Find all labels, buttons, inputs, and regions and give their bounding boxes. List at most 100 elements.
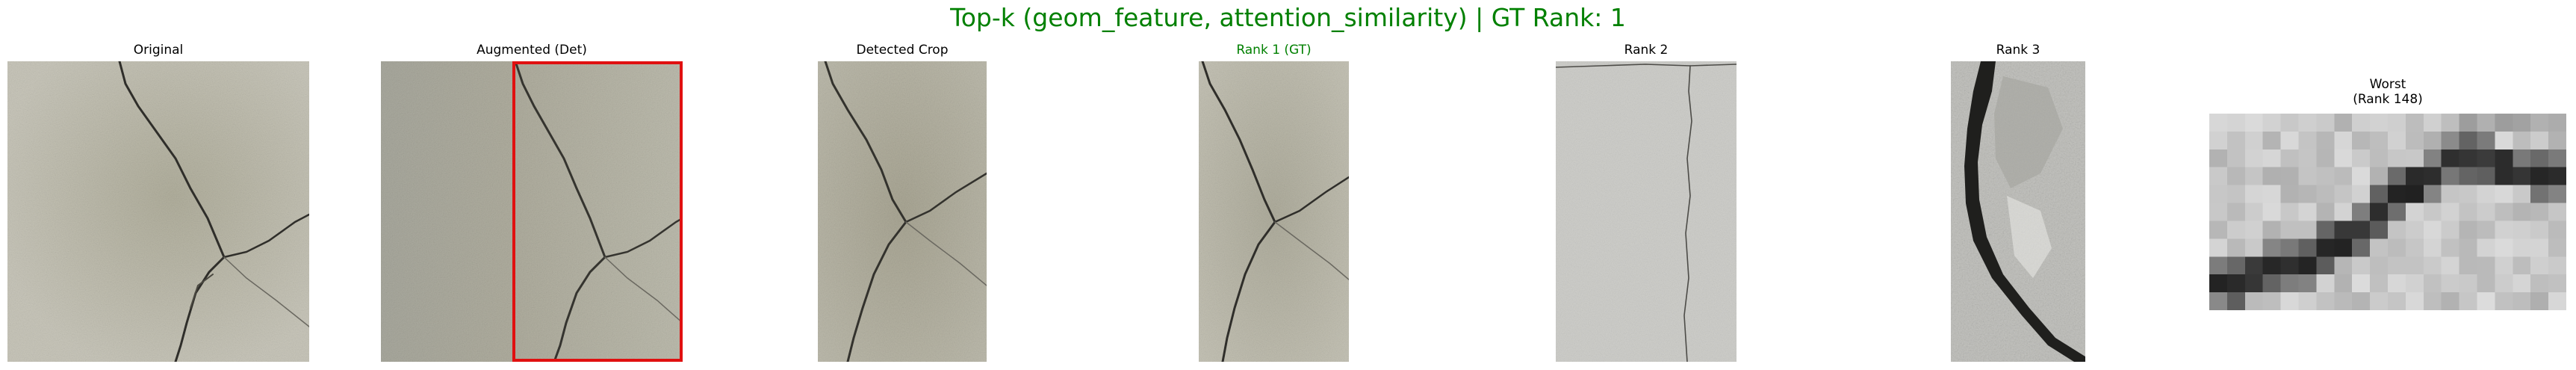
worst-image-pixel: [2244, 114, 2264, 132]
worst-image-pixel: [2226, 292, 2246, 310]
worst-image-pixel: [2334, 238, 2353, 257]
panel-title-rank-2: Rank 2: [1624, 43, 1669, 58]
worst-image-pixel: [2226, 185, 2246, 204]
worst-image-pixel: [2244, 185, 2264, 204]
detection-bounding-box: [512, 61, 683, 362]
worst-image-pixel: [2370, 221, 2389, 239]
worst-image-pixel: [2441, 256, 2460, 275]
worst-image-pixel: [2423, 238, 2442, 257]
worst-image-pixel: [2513, 292, 2531, 310]
worst-image-pixel: [2244, 238, 2264, 257]
worst-image-pixel: [2298, 221, 2317, 239]
worst-image-pixel: [2352, 274, 2371, 293]
worst-image-pixel: [2226, 149, 2246, 168]
worst-image-pixel: [2459, 167, 2477, 186]
worst-image-pixel: [2477, 238, 2495, 257]
worst-image-pixel: [2388, 256, 2406, 275]
worst-image-pixel: [2280, 274, 2299, 293]
worst-image-pixel: [2209, 203, 2228, 221]
worst-image-pixel: [2513, 256, 2531, 275]
worst-image-pixel: [2495, 238, 2513, 257]
worst-image-pixel: [2316, 167, 2335, 186]
worst-image-pixel: [2352, 149, 2371, 168]
worst-image-pixel: [2209, 167, 2228, 186]
worst-image-pixel: [2352, 114, 2371, 132]
worst-image-pixel: [2244, 167, 2264, 186]
worst-image-pixel: [2352, 131, 2371, 150]
worst-image-pixel: [2495, 185, 2513, 204]
worst-image-pixel: [2298, 114, 2317, 132]
worst-image-pixel: [2280, 221, 2299, 239]
rank-2-image: [1556, 61, 1737, 362]
worst-image-pixel: [2209, 274, 2228, 293]
worst-image-pixel: [2262, 131, 2282, 150]
worst-image-pixel: [2334, 131, 2353, 150]
worst-image-pixel: [2370, 131, 2389, 150]
worst-image-pixel: [2298, 238, 2317, 257]
worst-image-pixel: [2209, 256, 2228, 275]
worst-image-pixel: [2352, 203, 2371, 221]
worst-image-pixel: [2495, 221, 2513, 239]
worst-image-pixel: [2441, 131, 2460, 150]
rank-3-image: [1951, 61, 2085, 362]
worst-image-pixel: [2280, 131, 2299, 150]
worst-image-pixel: [2262, 114, 2282, 132]
worst-image-pixel: [2477, 256, 2495, 275]
worst-image-pixel: [2423, 203, 2442, 221]
worst-image-pixel: [2370, 238, 2389, 257]
worst-image-pixel: [2530, 131, 2549, 150]
worst-image-pixel: [2441, 238, 2460, 257]
worst-image-pixel: [2298, 149, 2317, 168]
worst-image-pixel: [2316, 221, 2335, 239]
worst-image-pixel: [2388, 292, 2406, 310]
worst-image-pixel: [2226, 114, 2246, 132]
worst-image-pixel: [2370, 114, 2389, 132]
worst-image-pixel: [2388, 274, 2406, 293]
worst-image-pixel: [2513, 221, 2531, 239]
worst-image-pixel: [2548, 131, 2566, 150]
worst-image-pixel: [2280, 167, 2299, 186]
worst-image-pixel: [2513, 238, 2531, 257]
worst-image-pixel: [2477, 203, 2495, 221]
worst-image-pixel: [2316, 292, 2335, 310]
worst-image-pixel: [2530, 292, 2549, 310]
worst-image-pixel: [2209, 238, 2228, 257]
worst-image-pixel: [2334, 114, 2353, 132]
worst-image-pixel: [2548, 149, 2566, 168]
worst-image-pixel: [2226, 203, 2246, 221]
panel-title-detected-crop: Detected Crop: [856, 43, 949, 58]
panel-title-augmented: Augmented (Det): [477, 43, 587, 58]
worst-image-pixel: [2548, 292, 2566, 310]
worst-image-pixel: [2495, 149, 2513, 168]
worst-image-pixel: [2226, 256, 2246, 275]
worst-image-pixel: [2370, 149, 2389, 168]
worst-image-pixel: [2548, 185, 2566, 204]
worst-image-pixel: [2495, 114, 2513, 132]
worst-image-pixel: [2459, 292, 2477, 310]
worst-image-pixel: [2262, 221, 2282, 239]
worst-image-pixel: [2405, 149, 2424, 168]
worst-image-pixel: [2298, 131, 2317, 150]
worst-image-pixel: [2530, 167, 2549, 186]
worst-image-pixel: [2316, 238, 2335, 257]
worst-image-pixel: [2262, 203, 2282, 221]
worst-image-pixel: [2280, 114, 2299, 132]
worst-image-pixel: [2405, 221, 2424, 239]
worst-image-pixel: [2495, 256, 2513, 275]
worst-image-pixel: [2244, 131, 2264, 150]
panel-title-worst: Worst (Rank 148): [2353, 77, 2423, 107]
worst-image-pixel: [2280, 149, 2299, 168]
worst-image-pixel: [2459, 221, 2477, 239]
worst-image-pixel: [2441, 221, 2460, 239]
worst-image-pixel: [2334, 203, 2353, 221]
worst-image-pixel: [2226, 238, 2246, 257]
worst-image-pixel: [2280, 292, 2299, 310]
worst-image-pixel: [2388, 238, 2406, 257]
worst-image-pixel: [2477, 274, 2495, 293]
worst-image-pixel: [2209, 292, 2228, 310]
worst-image-pixel: [2423, 149, 2442, 168]
worst-image-pixel: [2280, 185, 2299, 204]
worst-image-pixel: [2405, 114, 2424, 132]
worst-image-pixel: [2495, 131, 2513, 150]
worst-image-pixel: [2298, 292, 2317, 310]
